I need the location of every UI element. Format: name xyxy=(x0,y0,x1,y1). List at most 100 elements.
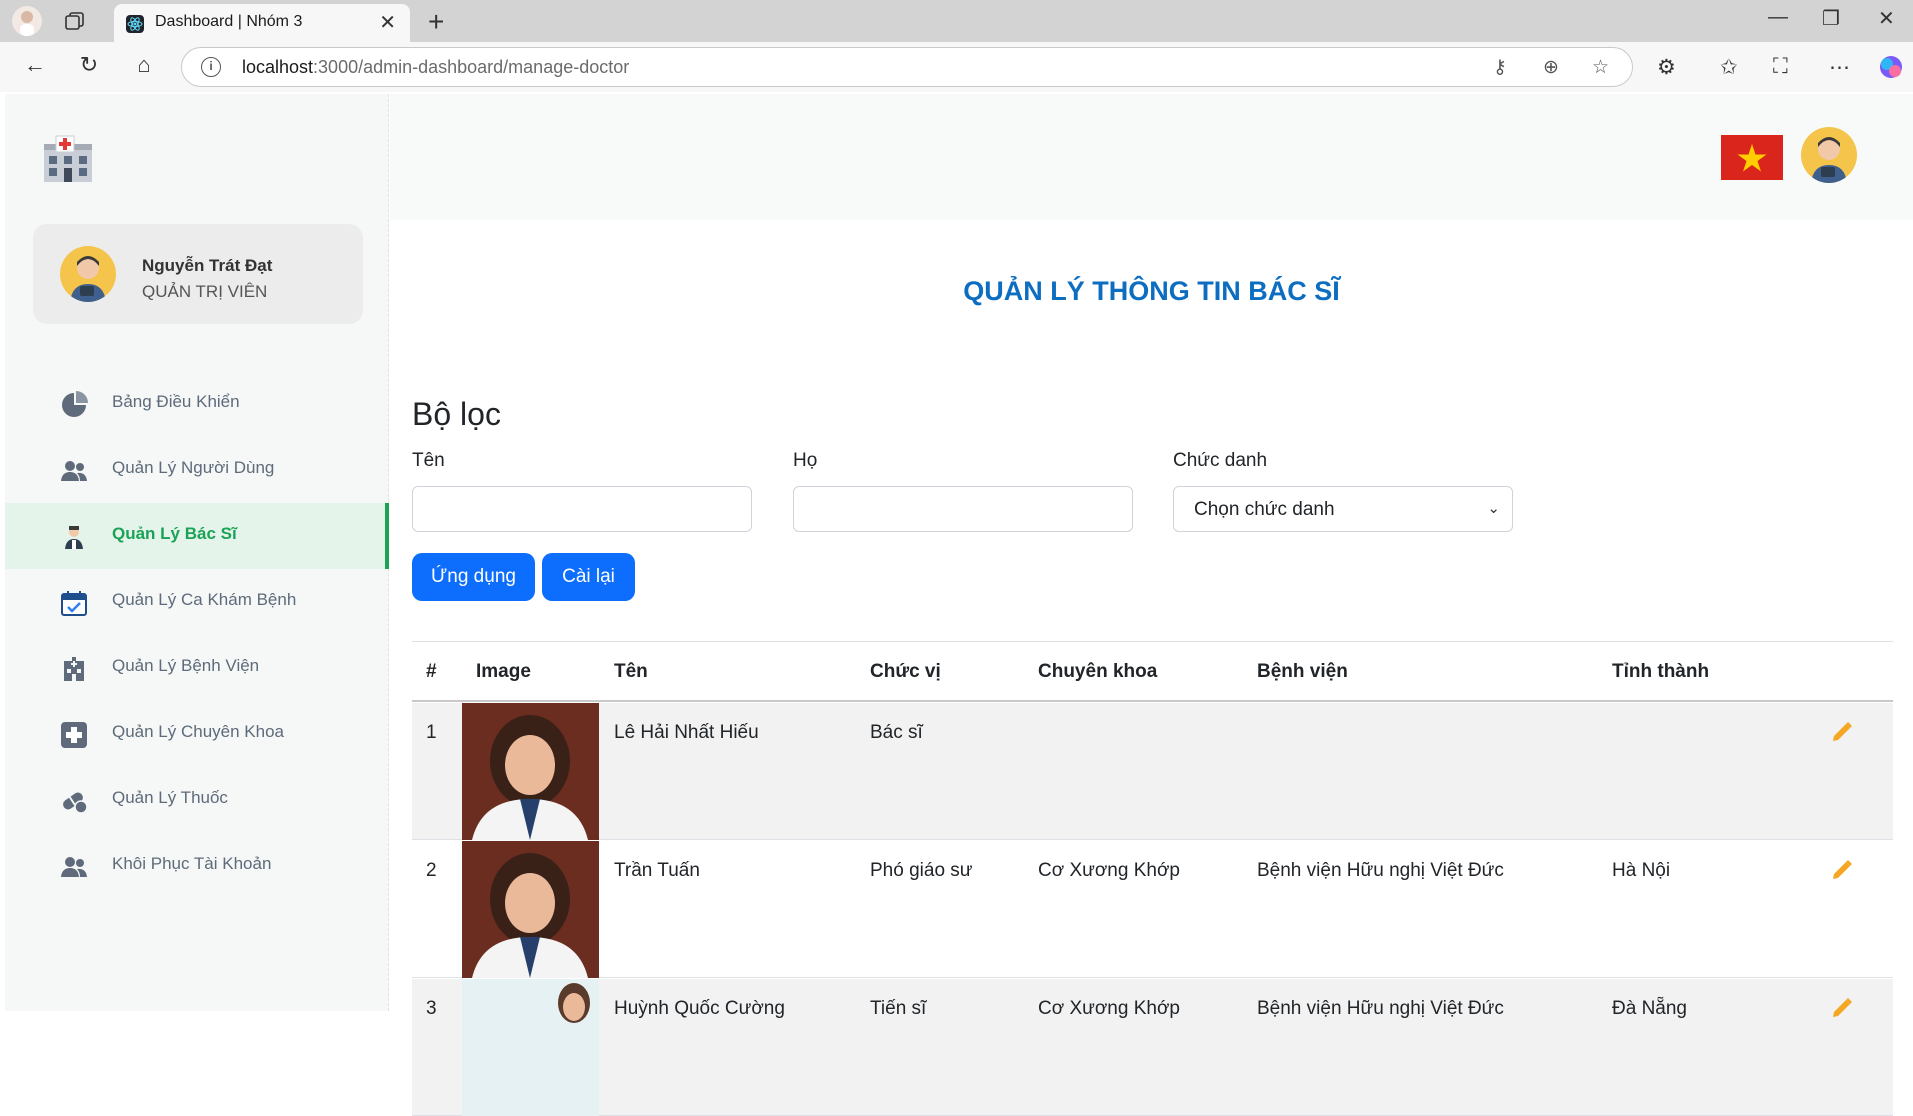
apply-button[interactable]: Ứng dụng xyxy=(412,553,535,601)
home-icon[interactable]: ⌂ xyxy=(131,52,157,78)
table-header: # Image Tên Chức vị Chuyên khoa Bệnh việ… xyxy=(412,641,1893,702)
sidebar-item-label: Khôi Phục Tài Khoản xyxy=(112,854,272,873)
reset-button[interactable]: Cài lại xyxy=(542,553,635,601)
sidebar-item-label: Quản Lý Chuyên Khoa xyxy=(112,722,285,741)
zoom-icon[interactable]: ⊕ xyxy=(1543,56,1559,79)
last-name-input[interactable] xyxy=(793,486,1133,532)
doctor-icon xyxy=(65,526,83,549)
plus-square-icon xyxy=(61,722,87,748)
sidebar-item-label: Quản Lý Ca Khám Bệnh xyxy=(112,590,297,609)
doctor-photo xyxy=(462,841,599,978)
site-info-icon[interactable]: i xyxy=(201,57,221,77)
row-number: 1 xyxy=(426,722,437,743)
tab-dashboard[interactable]: Dashboard | Nhóm 3 ✕ xyxy=(114,4,410,42)
react-icon xyxy=(126,15,144,33)
chevron-down-icon: ⌄ xyxy=(1487,500,1500,517)
doctor-name: Huỳnh Quốc Cường xyxy=(614,998,785,1019)
more-icon[interactable]: ⋯ xyxy=(1829,55,1850,80)
profile-avatar-icon[interactable] xyxy=(12,6,42,36)
pie-chart-icon xyxy=(62,391,88,417)
top-bar xyxy=(390,94,1913,220)
tab-title: Dashboard | Nhóm 3 xyxy=(155,13,303,30)
doctor-specialty: Cơ Xương Khớp xyxy=(1038,998,1180,1019)
sidebar-item-hospitals[interactable]: Quản Lý Bệnh Viện xyxy=(5,635,389,701)
column-header: Tỉnh thành xyxy=(1612,661,1710,682)
column-header: # xyxy=(426,661,437,682)
hospital-icon xyxy=(64,657,84,681)
edit-pencil-icon[interactable] xyxy=(1830,996,1854,1020)
column-header: Image xyxy=(476,661,531,682)
doctor-hospital: Bệnh viện Hữu nghị Việt Đức xyxy=(1257,998,1504,1019)
browser-toolbar: ← ↻ ⌂ i localhost:3000/admin-dashboard/m… xyxy=(0,42,1913,92)
sidebar-item-appointments[interactable]: Quản Lý Ca Khám Bệnh xyxy=(5,569,389,635)
hospital-logo xyxy=(44,135,92,182)
collections-icon[interactable] xyxy=(64,10,86,32)
sidebar-item-medicines[interactable]: Quản Lý Thuốc xyxy=(5,767,389,833)
position-label: Chức danh xyxy=(1173,450,1268,471)
calendar-check-icon xyxy=(61,591,87,616)
doctor-province: Đà Nẵng xyxy=(1612,998,1687,1019)
sidebar-item-label: Bảng Điều Khiển xyxy=(112,392,240,411)
sidebar-item-label: Quản Lý Người Dùng xyxy=(112,458,275,477)
minimize-icon[interactable]: — xyxy=(1768,6,1788,29)
page-title: QUẢN LÝ THÔNG TIN BÁC SĨ xyxy=(963,276,1340,306)
vietnam-flag-icon[interactable] xyxy=(1721,135,1783,180)
address-bar[interactable]: i localhost:3000/admin-dashboard/manage-… xyxy=(181,47,1633,87)
close-tab-icon[interactable]: ✕ xyxy=(379,10,396,35)
position-select[interactable]: Chọn chức danh ⌄ xyxy=(1173,486,1513,532)
edit-pencil-icon[interactable] xyxy=(1830,720,1854,744)
sidebar: Nguyễn Trát Đạt QUẢN TRỊ VIÊN Bảng Điều … xyxy=(5,94,389,1011)
sidebar-item-dashboard[interactable]: Bảng Điều Khiển xyxy=(5,371,389,437)
doctor-photo xyxy=(462,703,599,840)
browser-tab-strip: Dashboard | Nhóm 3 ✕ + — ❐ ✕ xyxy=(0,0,1913,42)
column-header: Tên xyxy=(614,661,648,682)
row-number: 3 xyxy=(426,998,437,1019)
column-header: Bệnh viện xyxy=(1257,661,1348,682)
doctor-position: Bác sĩ xyxy=(870,722,923,743)
user-card[interactable]: Nguyễn Trát Đạt QUẢN TRỊ VIÊN xyxy=(33,224,363,324)
pills-icon xyxy=(63,792,88,814)
column-header: Chuyên khoa xyxy=(1038,661,1158,682)
first-name-input[interactable] xyxy=(412,486,752,532)
last-name-label: Họ xyxy=(793,450,818,471)
column-header: Chức vị xyxy=(870,661,941,682)
user-avatar xyxy=(60,246,116,302)
doctor-specialty: Cơ Xương Khớp xyxy=(1038,860,1180,881)
favorites-icon[interactable]: ✩ xyxy=(1720,55,1738,80)
account-avatar[interactable] xyxy=(1801,127,1857,183)
key-icon[interactable]: ⚷ xyxy=(1493,56,1507,79)
close-window-icon[interactable]: ✕ xyxy=(1878,6,1895,31)
doctor-name: Lê Hải Nhất Hiếu xyxy=(614,722,759,743)
filter-title: Bộ lọc xyxy=(412,396,501,432)
row-number: 2 xyxy=(426,860,437,881)
sidebar-item-users[interactable]: Quản Lý Người Dùng xyxy=(5,437,389,503)
edit-pencil-icon[interactable] xyxy=(1830,858,1854,882)
back-icon[interactable]: ← xyxy=(22,52,48,78)
sidebar-item-label: Quản Lý Bệnh Viện xyxy=(112,656,260,675)
doctor-photo xyxy=(462,979,599,1116)
sidebar-item-label: Quản Lý Thuốc xyxy=(112,788,228,807)
table-row: 3 Huỳnh Quốc Cường Tiến sĩ Cơ Xương Khớp… xyxy=(412,979,1893,1116)
doctor-hospital: Bệnh viện Hữu nghị Việt Đức xyxy=(1257,860,1504,881)
sidebar-item-label: Quản Lý Bác Sĩ xyxy=(112,524,237,543)
table-row: 2 Trần Tuấn Phó giáo sư Cơ Xương Khớp Bệ… xyxy=(412,841,1893,978)
user-name: Nguyễn Trát Đạt xyxy=(142,256,273,275)
position-select-value: Chọn chức danh xyxy=(1194,499,1335,520)
refresh-icon[interactable]: ↻ xyxy=(76,52,102,78)
sidebar-item-restore-accounts[interactable]: Khôi Phục Tài Khoản xyxy=(5,833,389,899)
table-row: 1 Lê Hải Nhất Hiếu Bác sĩ xyxy=(412,703,1893,840)
restore-icon[interactable]: ❐ xyxy=(1822,6,1840,31)
favorite-star-icon[interactable]: ☆ xyxy=(1592,56,1609,79)
copilot-icon[interactable] xyxy=(1878,54,1904,80)
user-role: QUẢN TRỊ VIÊN xyxy=(142,282,268,301)
new-tab-icon[interactable]: + xyxy=(428,6,444,38)
users-icon xyxy=(61,461,87,481)
url-text: localhost:3000/admin-dashboard/manage-do… xyxy=(242,57,630,77)
sidebar-item-doctors[interactable]: Quản Lý Bác Sĩ xyxy=(5,503,389,569)
doctor-province: Hà Nội xyxy=(1612,860,1671,881)
extensions-icon[interactable]: ⚙ xyxy=(1657,55,1676,80)
screenshot-icon[interactable]: ⛶ xyxy=(1773,55,1788,79)
doctor-position: Tiến sĩ xyxy=(870,998,927,1019)
sidebar-item-specialties[interactable]: Quản Lý Chuyên Khoa xyxy=(5,701,389,767)
doctor-name: Trần Tuấn xyxy=(614,860,700,881)
